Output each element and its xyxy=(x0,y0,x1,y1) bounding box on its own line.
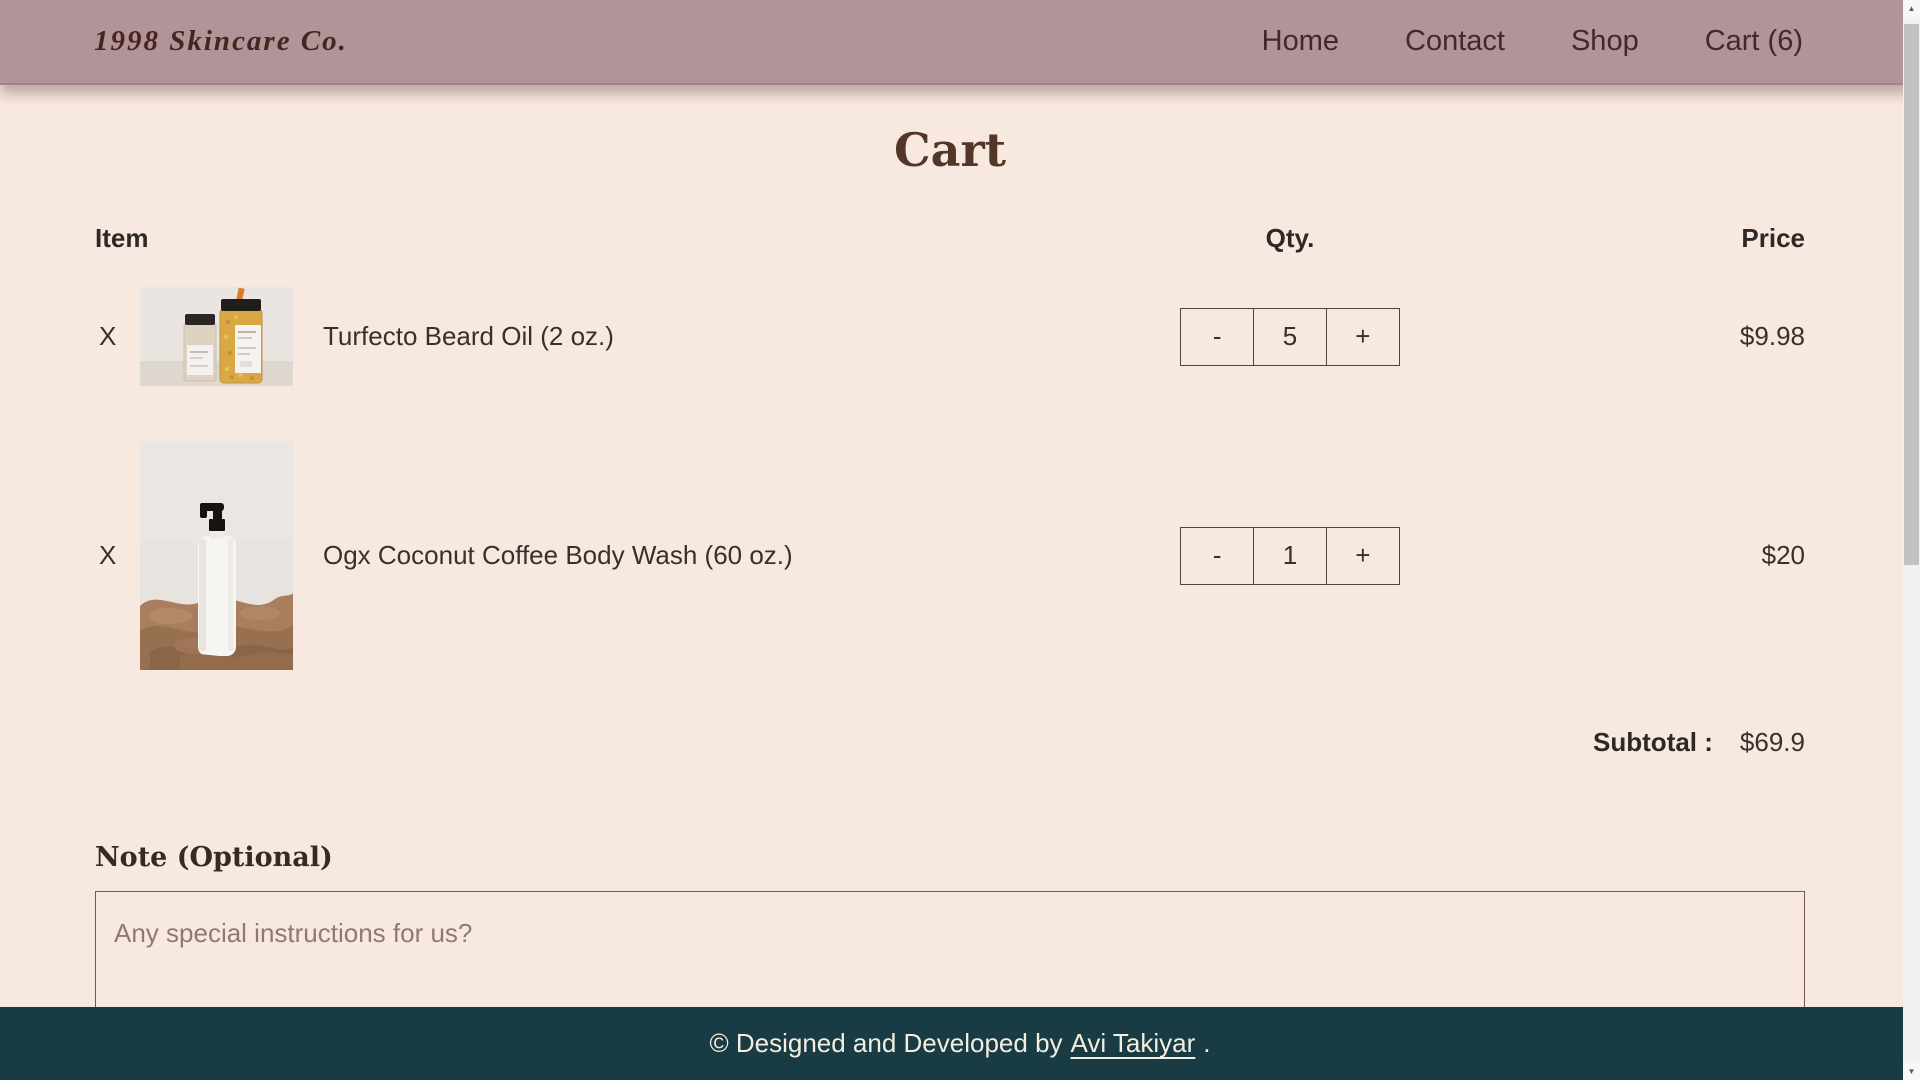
item-price: $9.98 xyxy=(1400,321,1805,352)
cart-table-header: Item Qty. Price xyxy=(95,223,1805,254)
nav-link-contact[interactable]: Contact xyxy=(1405,25,1505,58)
note-heading: Note (Optional) xyxy=(95,842,1805,873)
remove-item-button[interactable]: X xyxy=(95,321,116,352)
qty-increase-button[interactable]: + xyxy=(1327,528,1399,584)
qty-decrease-button[interactable]: - xyxy=(1181,528,1253,584)
qty-input[interactable] xyxy=(1253,309,1326,365)
column-header-qty: Qty. xyxy=(1180,223,1400,254)
product-image-beard-oil xyxy=(140,287,293,386)
product-image-body-wash xyxy=(140,441,293,670)
nav-link-shop[interactable]: Shop xyxy=(1571,25,1639,58)
nav-link-cart[interactable]: Cart (6) xyxy=(1705,25,1803,58)
qty-increase-button[interactable]: + xyxy=(1327,309,1399,365)
footer-credit-text: © Designed and Developed by xyxy=(709,1028,1062,1059)
column-header-price: Price xyxy=(1400,223,1805,254)
scrollbar-thumb[interactable] xyxy=(1904,24,1919,565)
qty-stepper: - + xyxy=(1180,308,1400,366)
subtotal-label: Subtotal : xyxy=(1593,727,1713,758)
site-header: 1998 Skincare Co. Home Contact Shop Cart… xyxy=(0,0,1920,85)
brand-logo[interactable]: 1998 Skincare Co. xyxy=(94,25,348,58)
scroll-up-icon[interactable]: ▲ xyxy=(1903,0,1920,17)
cart-page: Cart Item Qty. Price X xyxy=(0,123,1920,1036)
qty-decrease-button[interactable]: - xyxy=(1181,309,1253,365)
nav-link-home[interactable]: Home xyxy=(1262,25,1339,58)
remove-item-button[interactable]: X xyxy=(95,540,116,571)
page-title: Cart xyxy=(95,123,1805,177)
cart-row-beard-oil: X xyxy=(95,287,1805,386)
product-name: Ogx Coconut Coffee Body Wash (60 oz.) xyxy=(323,540,1180,571)
product-name: Turfecto Beard Oil (2 oz.) xyxy=(323,321,1180,352)
main-nav: Home Contact Shop Cart (6) xyxy=(1262,25,1803,58)
site-footer: © Designed and Developed by Avi Takiyar. xyxy=(0,1007,1920,1080)
scroll-down-icon[interactable]: ▼ xyxy=(1903,1063,1920,1080)
qty-stepper: - + xyxy=(1180,527,1400,585)
footer-author-link[interactable]: Avi Takiyar xyxy=(1071,1028,1196,1059)
column-header-item: Item xyxy=(95,223,1180,254)
subtotal-row: Subtotal : $69.9 xyxy=(95,727,1805,758)
footer-credit-period: . xyxy=(1203,1028,1210,1059)
qty-input[interactable] xyxy=(1253,528,1326,584)
cart-row-body-wash: X Ogx Coconut Coffe xyxy=(95,441,1805,670)
subtotal-value: $69.9 xyxy=(1740,727,1805,758)
vertical-scrollbar[interactable]: ▲ ▼ xyxy=(1903,0,1920,1080)
item-price: $20 xyxy=(1400,540,1805,571)
